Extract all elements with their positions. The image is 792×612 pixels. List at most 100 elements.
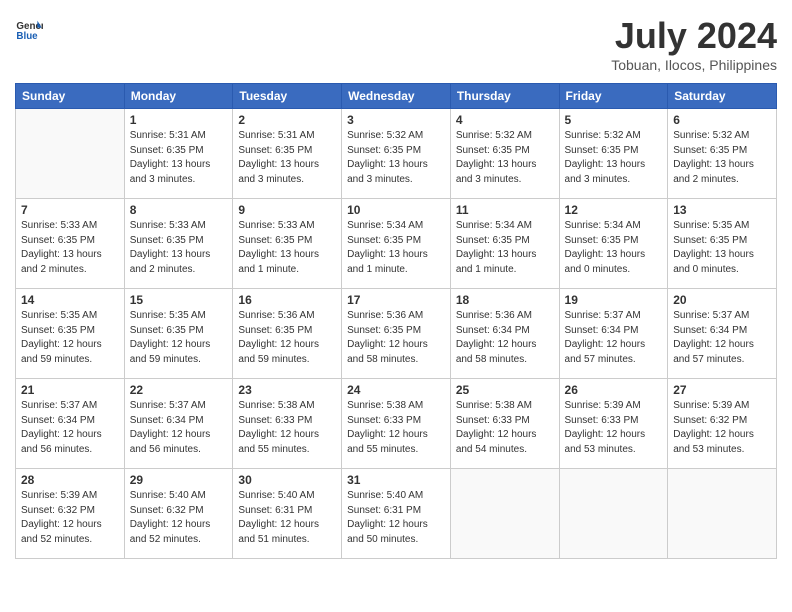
day-number: 11 (456, 203, 554, 217)
calendar-week-row: 21 Sunrise: 5:37 AMSunset: 6:34 PMDayligh… (16, 379, 777, 469)
day-number: 8 (130, 203, 228, 217)
table-row: 5 Sunrise: 5:32 AMSunset: 6:35 PMDaylight… (559, 109, 668, 199)
day-number: 26 (565, 383, 663, 397)
day-number: 10 (347, 203, 445, 217)
table-row: 19 Sunrise: 5:37 AMSunset: 6:34 PMDayligh… (559, 289, 668, 379)
col-wednesday: Wednesday (342, 84, 451, 109)
day-number: 14 (21, 293, 119, 307)
day-info: Sunrise: 5:40 AMSunset: 6:31 PMDaylight:… (238, 489, 336, 547)
logo: General Blue (15, 15, 43, 43)
day-number: 13 (673, 203, 771, 217)
col-friday: Friday (559, 84, 668, 109)
day-info: Sunrise: 5:36 AMSunset: 6:35 PMDaylight:… (347, 309, 445, 367)
page-header: General Blue July 2024 Tobuan, Ilocos, P… (15, 15, 777, 73)
table-row: 1 Sunrise: 5:31 AMSunset: 6:35 PMDaylight… (124, 109, 233, 199)
table-row (450, 469, 559, 559)
day-number: 20 (673, 293, 771, 307)
table-row: 13 Sunrise: 5:35 AMSunset: 6:35 PMDayligh… (668, 199, 777, 289)
day-number: 16 (238, 293, 336, 307)
table-row: 6Sunrise: 5:32 AMSunset: 6:35 PMDaylight… (668, 109, 777, 199)
table-row: 4 Sunrise: 5:32 AMSunset: 6:35 PMDaylight… (450, 109, 559, 199)
day-info: Sunrise: 5:40 AMSunset: 6:32 PMDaylight:… (130, 489, 228, 547)
day-number: 28 (21, 473, 119, 487)
table-row: 21Sunrise: 5:37 AMSunset: 6:34 PMDayligh… (16, 379, 125, 469)
table-row: 10 Sunrise: 5:34 AMSunset: 6:35 PMDayligh… (342, 199, 451, 289)
day-info: Sunrise: 5:33 AMSunset: 6:35 PMDaylight:… (238, 219, 336, 277)
day-info: Sunrise: 5:37 AMSunset: 6:34 PMDaylight:… (673, 309, 771, 367)
table-row: 11 Sunrise: 5:34 AMSunset: 6:35 PMDayligh… (450, 199, 559, 289)
day-info: Sunrise: 5:36 AMSunset: 6:35 PMDaylight:… (238, 309, 336, 367)
table-row: 25 Sunrise: 5:38 AMSunset: 6:33 PMDayligh… (450, 379, 559, 469)
day-info: Sunrise: 5:34 AMSunset: 6:35 PMDaylight:… (565, 219, 663, 277)
table-row (668, 469, 777, 559)
table-row: 7Sunrise: 5:33 AMSunset: 6:35 PMDaylight… (16, 199, 125, 289)
calendar-week-row: 1 Sunrise: 5:31 AMSunset: 6:35 PMDaylight… (16, 109, 777, 199)
day-info: Sunrise: 5:36 AMSunset: 6:34 PMDaylight:… (456, 309, 554, 367)
table-row: 29 Sunrise: 5:40 AMSunset: 6:32 PMDayligh… (124, 469, 233, 559)
table-row: 18Sunrise: 5:36 AMSunset: 6:34 PMDayligh… (450, 289, 559, 379)
table-row: 12 Sunrise: 5:34 AMSunset: 6:35 PMDayligh… (559, 199, 668, 289)
day-number: 5 (565, 113, 663, 127)
day-number: 1 (130, 113, 228, 127)
day-info: Sunrise: 5:37 AMSunset: 6:34 PMDaylight:… (565, 309, 663, 367)
calendar-week-row: 28 Sunrise: 5:39 AMSunset: 6:32 PMDayligh… (16, 469, 777, 559)
day-number: 15 (130, 293, 228, 307)
location: Tobuan, Ilocos, Philippines (611, 57, 777, 73)
day-info: Sunrise: 5:40 AMSunset: 6:31 PMDaylight:… (347, 489, 445, 547)
day-number: 29 (130, 473, 228, 487)
day-number: 21 (21, 383, 119, 397)
table-row: 22 Sunrise: 5:37 AMSunset: 6:34 PMDayligh… (124, 379, 233, 469)
day-info: Sunrise: 5:34 AMSunset: 6:35 PMDaylight:… (456, 219, 554, 277)
day-number: 22 (130, 383, 228, 397)
day-number: 23 (238, 383, 336, 397)
col-thursday: Thursday (450, 84, 559, 109)
day-number: 9 (238, 203, 336, 217)
day-number: 31 (347, 473, 445, 487)
calendar-week-row: 7 Sunrise: 5:33 AMSunset: 6:35 PMDaylight… (16, 199, 777, 289)
table-row: 16 Sunrise: 5:36 AMSunset: 6:35 PMDayligh… (233, 289, 342, 379)
day-number: 7 (21, 203, 119, 217)
day-info: Sunrise: 5:35 AMSunset: 6:35 PMDaylight:… (130, 309, 228, 367)
day-number: 25 (456, 383, 554, 397)
day-info: Sunrise: 5:31 AMSunset: 6:35 PMDaylight:… (238, 129, 336, 187)
table-row: 31 Sunrise: 5:40 AMSunset: 6:31 PMDayligh… (342, 469, 451, 559)
table-row: 8Sunrise: 5:33 AMSunset: 6:35 PMDaylight… (124, 199, 233, 289)
day-info: Sunrise: 5:32 AMSunset: 6:35 PMDaylight:… (347, 129, 445, 187)
day-number: 24 (347, 383, 445, 397)
day-info: Sunrise: 5:32 AMSunset: 6:35 PMDaylight:… (456, 129, 554, 187)
day-info: Sunrise: 5:38 AMSunset: 6:33 PMDaylight:… (456, 399, 554, 457)
day-info: Sunrise: 5:37 AMSunset: 6:34 PMDaylight:… (130, 399, 228, 457)
day-info: Sunrise: 5:34 AMSunset: 6:35 PMDaylight:… (347, 219, 445, 277)
day-number: 3 (347, 113, 445, 127)
month-year: July 2024 (611, 15, 777, 57)
table-row: 20 Sunrise: 5:37 AMSunset: 6:34 PMDayligh… (668, 289, 777, 379)
day-number: 19 (565, 293, 663, 307)
col-saturday: Saturday (668, 84, 777, 109)
table-row: 3 Sunrise: 5:32 AMSunset: 6:35 PMDaylight… (342, 109, 451, 199)
table-row: 23 Sunrise: 5:38 AMSunset: 6:33 PMDayligh… (233, 379, 342, 469)
title-block: July 2024 Tobuan, Ilocos, Philippines (611, 15, 777, 73)
table-row (559, 469, 668, 559)
calendar-table: Sunday Monday Tuesday Wednesday Thursday… (15, 83, 777, 559)
day-info: Sunrise: 5:39 AMSunset: 6:33 PMDaylight:… (565, 399, 663, 457)
day-info: Sunrise: 5:39 AMSunset: 6:32 PMDaylight:… (21, 489, 119, 547)
table-row (16, 109, 125, 199)
day-info: Sunrise: 5:31 AMSunset: 6:35 PMDaylight:… (130, 129, 228, 187)
svg-text:Blue: Blue (16, 31, 38, 42)
table-row: 30Sunrise: 5:40 AMSunset: 6:31 PMDayligh… (233, 469, 342, 559)
calendar-week-row: 14 Sunrise: 5:35 AMSunset: 6:35 PMDayligh… (16, 289, 777, 379)
day-info: Sunrise: 5:35 AMSunset: 6:35 PMDaylight:… (21, 309, 119, 367)
day-info: Sunrise: 5:35 AMSunset: 6:35 PMDaylight:… (673, 219, 771, 277)
day-info: Sunrise: 5:39 AMSunset: 6:32 PMDaylight:… (673, 399, 771, 457)
day-number: 4 (456, 113, 554, 127)
day-info: Sunrise: 5:38 AMSunset: 6:33 PMDaylight:… (347, 399, 445, 457)
day-number: 27 (673, 383, 771, 397)
table-row: 2Sunrise: 5:31 AMSunset: 6:35 PMDaylight… (233, 109, 342, 199)
day-number: 12 (565, 203, 663, 217)
table-row: 17Sunrise: 5:36 AMSunset: 6:35 PMDayligh… (342, 289, 451, 379)
day-info: Sunrise: 5:32 AMSunset: 6:35 PMDaylight:… (565, 129, 663, 187)
day-info: Sunrise: 5:38 AMSunset: 6:33 PMDaylight:… (238, 399, 336, 457)
col-tuesday: Tuesday (233, 84, 342, 109)
table-row: 26 Sunrise: 5:39 AMSunset: 6:33 PMDayligh… (559, 379, 668, 469)
day-info: Sunrise: 5:32 AMSunset: 6:35 PMDaylight:… (673, 129, 771, 187)
